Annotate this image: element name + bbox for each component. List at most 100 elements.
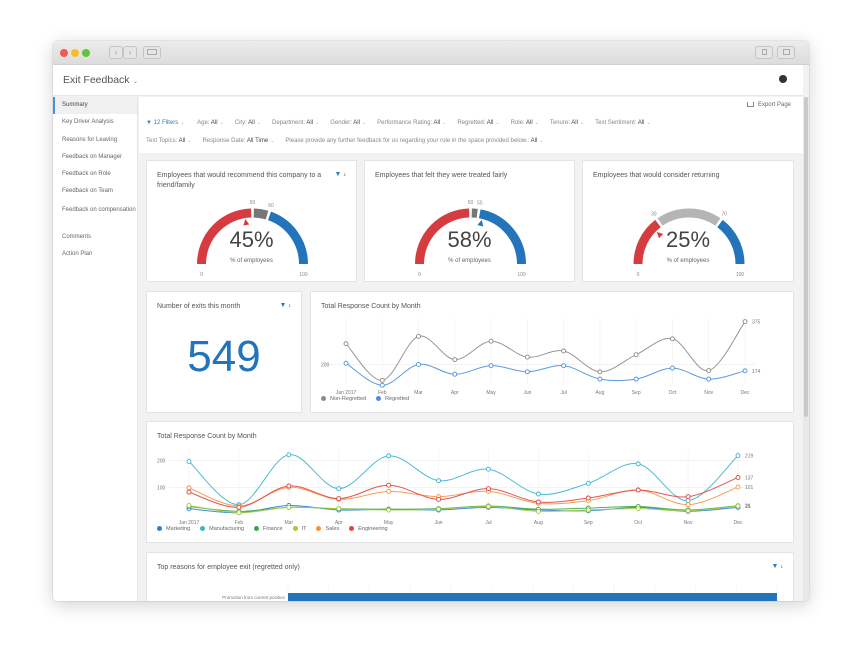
data-point[interactable] <box>286 504 292 510</box>
data-point[interactable] <box>343 341 349 347</box>
data-point[interactable] <box>685 494 691 500</box>
legend-item[interactable]: Regretted <box>376 396 409 402</box>
minimize-window-button[interactable] <box>71 49 79 57</box>
legend-item[interactable]: Non-Regretted <box>321 396 366 402</box>
data-point[interactable] <box>535 491 541 497</box>
data-point[interactable] <box>735 484 741 490</box>
sidebar-item-key-driver-analysis[interactable]: Key Driver Analysis <box>53 114 137 131</box>
sidebar-item-feedback-on-manager[interactable]: Feedback on Manager <box>53 149 137 166</box>
data-point[interactable] <box>186 503 192 508</box>
sidebar-item-comments[interactable]: Comments <box>53 229 137 246</box>
data-point[interactable] <box>706 368 712 374</box>
data-point[interactable] <box>597 376 603 382</box>
data-point[interactable] <box>436 506 441 512</box>
card-filter-button[interactable]: ▼ 1 <box>280 302 291 309</box>
forward-button[interactable]: › <box>123 46 137 59</box>
data-point[interactable] <box>436 496 441 502</box>
data-point[interactable] <box>635 487 641 493</box>
data-point[interactable] <box>386 482 392 488</box>
data-point[interactable] <box>735 475 741 480</box>
data-point[interactable] <box>670 365 675 371</box>
sidebar-item-reasons-for-leaving[interactable]: Reasons for Leaving <box>53 132 137 149</box>
data-point[interactable] <box>286 452 292 458</box>
filter-dropdown[interactable]: Role: All ⌄ <box>511 120 539 126</box>
data-point[interactable] <box>379 382 385 388</box>
data-point[interactable] <box>186 485 192 491</box>
data-point[interactable] <box>236 504 242 510</box>
data-point[interactable] <box>735 453 741 459</box>
tabs-button[interactable] <box>777 46 795 59</box>
close-window-button[interactable] <box>60 49 68 57</box>
data-point[interactable] <box>585 507 591 513</box>
data-point[interactable] <box>561 348 567 354</box>
dashboard-title-dropdown[interactable]: Exit Feedback ⌄ <box>63 74 138 86</box>
scrollbar-thumb[interactable] <box>804 97 808 417</box>
data-point[interactable] <box>336 506 342 512</box>
data-point[interactable] <box>635 461 641 467</box>
filter-dropdown[interactable]: Gender: All ⌄ <box>330 120 366 126</box>
data-point[interactable] <box>286 483 292 489</box>
legend-item[interactable]: Finance <box>254 526 283 532</box>
filter-dropdown[interactable]: Regretted: All ⌄ <box>457 120 499 126</box>
data-point[interactable] <box>336 496 342 501</box>
data-point[interactable] <box>452 357 458 363</box>
sidebar-item-action-plan[interactable]: Action Plan <box>53 246 137 263</box>
data-point[interactable] <box>452 371 458 377</box>
filter-dropdown[interactable]: Tenure: All ⌄ <box>550 120 584 126</box>
legend-item[interactable]: Manufacturing <box>200 526 244 532</box>
data-point[interactable] <box>706 376 712 382</box>
legend-item[interactable]: Engineering <box>349 526 388 532</box>
data-point[interactable] <box>436 478 441 484</box>
data-point[interactable] <box>386 507 392 513</box>
data-point[interactable] <box>524 369 530 375</box>
data-point[interactable] <box>685 508 691 514</box>
data-point[interactable] <box>486 466 491 472</box>
filter-dropdown[interactable]: City: All ⌄ <box>235 120 261 126</box>
legend-item[interactable]: Marketing <box>157 526 190 532</box>
bar[interactable] <box>288 593 777 601</box>
data-point[interactable] <box>386 453 392 459</box>
data-point[interactable] <box>186 489 192 495</box>
data-point[interactable] <box>343 360 349 366</box>
data-point[interactable] <box>635 506 641 512</box>
user-icon[interactable] <box>779 75 787 83</box>
maximize-window-button[interactable] <box>82 49 90 57</box>
data-point[interactable] <box>585 480 591 486</box>
filter-dropdown[interactable]: Age: All ⌄ <box>197 120 224 126</box>
data-point[interactable] <box>386 488 392 494</box>
data-point[interactable] <box>336 486 342 492</box>
data-point[interactable] <box>670 336 675 342</box>
filter-dropdown[interactable]: Response Date: All Time ⌄ <box>202 138 274 144</box>
share-button[interactable] <box>755 46 773 59</box>
page-scrollbar[interactable] <box>803 97 809 601</box>
sidebar-item-summary[interactable]: Summary <box>53 97 137 115</box>
legend-item[interactable]: Sales <box>316 526 339 532</box>
data-point[interactable] <box>486 504 491 509</box>
data-point[interactable] <box>585 495 591 501</box>
data-point[interactable] <box>236 510 242 516</box>
back-button[interactable]: ‹ <box>109 46 123 59</box>
data-point[interactable] <box>416 333 421 339</box>
filter-dropdown[interactable]: Performance Rating: All ⌄ <box>377 120 446 126</box>
sidebar-item-feedback-on-compensation[interactable]: Feedback on compensation <box>53 201 137 229</box>
data-point[interactable] <box>488 338 494 344</box>
data-point[interactable] <box>742 368 748 374</box>
data-point[interactable] <box>685 498 691 504</box>
data-point[interactable] <box>486 486 491 492</box>
data-point[interactable] <box>379 377 385 383</box>
data-point[interactable] <box>561 363 567 369</box>
data-point[interactable] <box>535 499 541 505</box>
data-point[interactable] <box>186 459 192 464</box>
data-point[interactable] <box>535 508 541 514</box>
data-point[interactable] <box>633 352 639 358</box>
data-point[interactable] <box>597 369 603 375</box>
filters-summary-button[interactable]: ▼ 12 Filters ⌄ <box>146 120 185 126</box>
sidebar-item-feedback-on-role[interactable]: Feedback on Role <box>53 166 137 183</box>
data-point[interactable] <box>416 361 421 367</box>
data-point[interactable] <box>742 319 748 325</box>
filter-dropdown[interactable]: Text Sentiment: All ⌄ <box>595 120 651 126</box>
filter-dropdown[interactable]: Text Topics: All ⌄ <box>146 138 191 144</box>
data-point[interactable] <box>735 503 741 509</box>
data-point[interactable] <box>488 363 494 369</box>
data-point[interactable] <box>524 354 530 360</box>
